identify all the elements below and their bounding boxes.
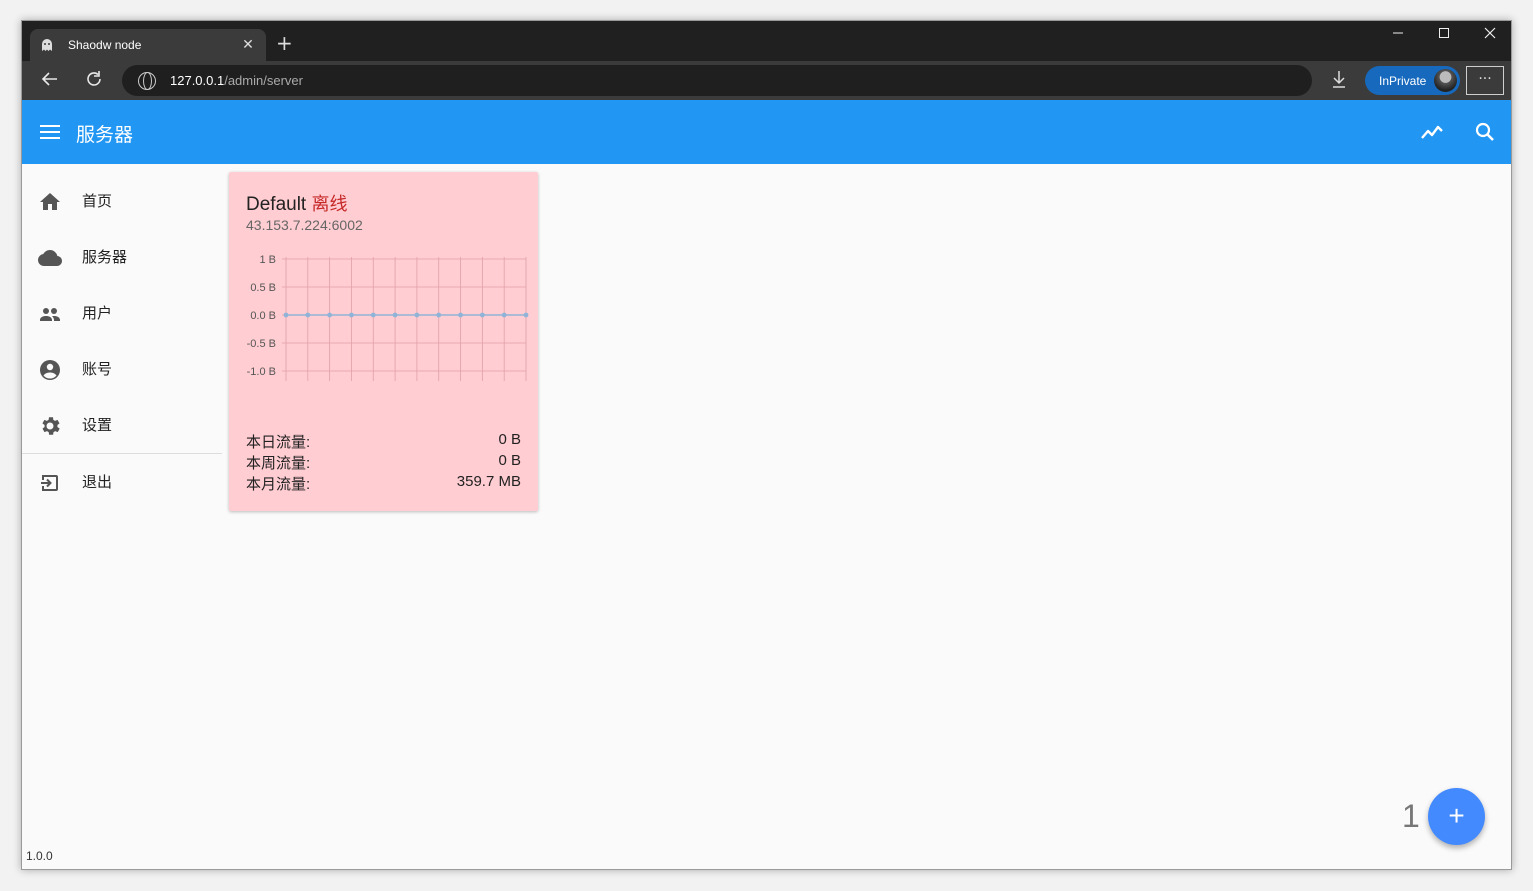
- server-card[interactable]: Default 离线 43.153.7.224:6002 1 B 0.5 B 0.0…: [229, 172, 538, 511]
- search-icon[interactable]: [1474, 121, 1496, 147]
- stat-row: 本日流量: 0 B: [246, 431, 521, 452]
- inprivate-button[interactable]: InPrivate: [1365, 66, 1460, 95]
- gear-icon: [38, 414, 62, 438]
- close-tab-icon[interactable]: ✕: [240, 37, 256, 53]
- data-point: [523, 312, 529, 318]
- y-tick-label: 0.5 B: [250, 282, 276, 294]
- sidebar-item-label: 设置: [82, 416, 113, 434]
- stat-value: 0 B: [498, 431, 521, 448]
- data-point: [436, 312, 442, 318]
- data-point: [458, 312, 463, 318]
- data-point: [349, 312, 354, 318]
- data-point: [305, 312, 311, 318]
- page-count: 1: [1402, 798, 1420, 834]
- back-arrow-icon[interactable]: [38, 69, 62, 94]
- sidebar-item-label: 首页: [82, 192, 113, 210]
- new-tab-icon[interactable]: +: [276, 33, 293, 53]
- url-path: /admin/server: [224, 73, 303, 88]
- inprivate-label: InPrivate: [1379, 73, 1427, 88]
- account-circle-icon: [38, 358, 62, 382]
- stat-row: 本月流量: 359.7 MB: [246, 473, 521, 494]
- trending-icon[interactable]: [1420, 122, 1444, 146]
- y-tick-label: -1.0 B: [247, 366, 276, 378]
- more-options-button[interactable]: ···: [1466, 66, 1504, 95]
- stat-label: 本周流量:: [246, 455, 311, 472]
- traffic-chart: 1 B 0.5 B 0.0 B -0.5 B -1.0 B: [247, 254, 529, 381]
- refresh-icon[interactable]: [82, 69, 106, 94]
- minimize-icon[interactable]: [1375, 27, 1421, 43]
- sidebar-item-logout[interactable]: 退出: [22, 453, 222, 509]
- browser-tab[interactable]: Shaodw node ✕: [30, 29, 266, 61]
- people-icon: [38, 302, 62, 326]
- download-icon[interactable]: [1330, 69, 1348, 93]
- y-tick-label: 1 B: [259, 254, 276, 266]
- data-point: [414, 312, 420, 318]
- sidebar-item-label: 退出: [82, 473, 113, 491]
- stat-value: 359.7 MB: [456, 473, 521, 490]
- stat-row: 本周流量: 0 B: [246, 452, 521, 473]
- avatar: [1434, 69, 1457, 92]
- sidebar-item-label: 账号: [82, 360, 113, 378]
- address-bar-row: 127.0.0.1/admin/server InPrivate ···: [22, 61, 1511, 100]
- hamburger-menu-icon[interactable]: [40, 125, 60, 139]
- data-point: [370, 312, 376, 318]
- sidebar-item-account[interactable]: 账号: [22, 340, 222, 396]
- stat-label: 本月流量:: [246, 476, 311, 493]
- traffic-stats: 本日流量: 0 B 本周流量: 0 B 本月流量: 359.7 MB: [246, 431, 521, 494]
- globe-icon: [138, 71, 156, 90]
- cloud-icon: [38, 246, 62, 270]
- add-server-button[interactable]: +: [1428, 788, 1485, 845]
- home-icon: [38, 190, 62, 214]
- browser-window: Shaodw node ✕ + 127.0.0.1/admin/server I…: [21, 20, 1512, 870]
- sidebar-item-home[interactable]: 首页: [22, 172, 222, 228]
- maximize-icon[interactable]: [1421, 27, 1467, 43]
- tab-title: Shaodw node: [68, 38, 142, 52]
- sidebar-item-label: 用户: [82, 304, 113, 322]
- data-point: [392, 312, 398, 318]
- url-host: 127.0.0.1: [170, 73, 225, 88]
- close-window-icon[interactable]: [1467, 27, 1511, 43]
- data-point: [283, 312, 289, 318]
- y-tick-label: 0.0 B: [250, 310, 276, 322]
- data-point: [479, 312, 485, 318]
- sidebar-item-users[interactable]: 用户: [22, 284, 222, 340]
- ghost-icon: [40, 38, 54, 52]
- data-point: [327, 312, 333, 318]
- url-input[interactable]: 127.0.0.1/admin/server: [122, 65, 1312, 96]
- page-title: 服务器: [76, 124, 134, 146]
- title-bar: Shaodw node ✕ +: [22, 21, 1511, 61]
- sidebar: 首页 服务器 用户 账号 设置 退出 1.0.0: [22, 164, 222, 869]
- y-tick-label: -0.5 B: [247, 338, 276, 350]
- app-bar: 服务器: [22, 100, 1511, 164]
- stat-label: 本日流量:: [246, 434, 311, 451]
- sidebar-item-label: 服务器: [82, 248, 128, 266]
- sidebar-item-settings[interactable]: 设置: [22, 396, 222, 452]
- data-point: [501, 312, 507, 318]
- logout-icon: [38, 471, 62, 495]
- version-label: 1.0.0: [26, 849, 53, 863]
- stat-value: 0 B: [498, 452, 521, 469]
- sidebar-item-server[interactable]: 服务器: [22, 228, 222, 284]
